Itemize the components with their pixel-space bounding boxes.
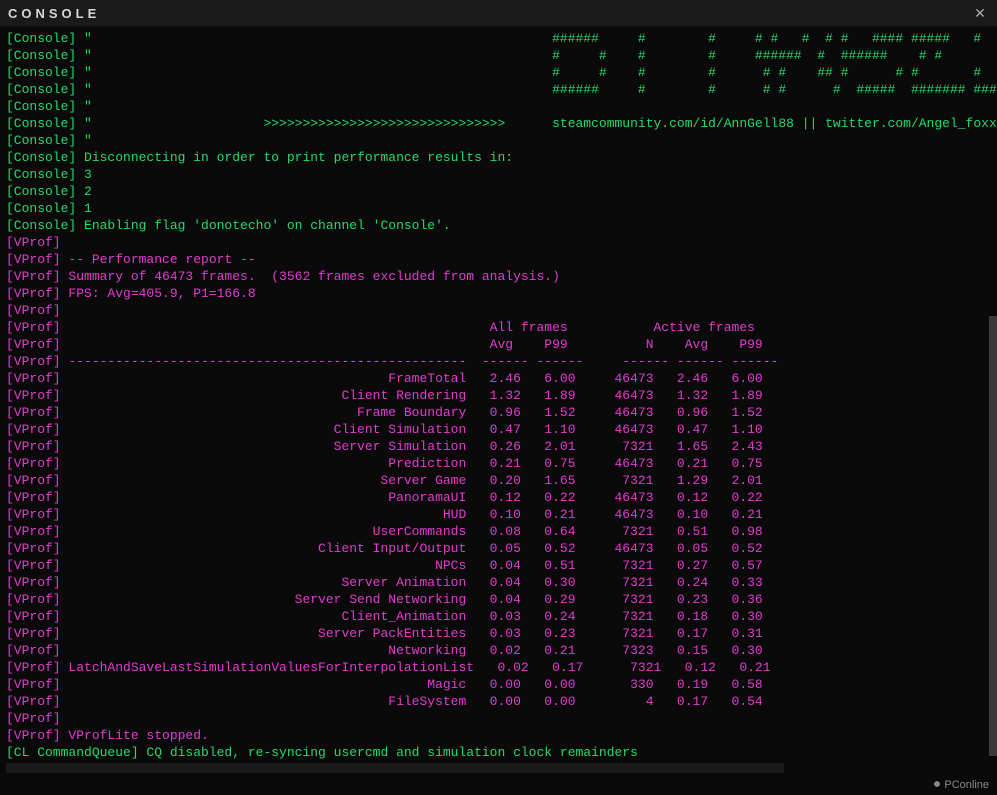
console-line: [VProf] FrameTotal 2.46 6.00 46473 2.46 …	[6, 370, 991, 387]
console-line: [VProf] Client_Animation 0.03 0.24 7321 …	[6, 608, 991, 625]
console-line: [Console] " ###### # # # # # # # #### ##…	[6, 30, 991, 47]
console-line: [VProf] Networking 0.02 0.21 7323 0.15 0…	[6, 642, 991, 659]
console-line: [Console] "	[6, 132, 991, 149]
console-window: CONSOLE ✕ [Console] " ###### # # # # # #…	[0, 0, 997, 795]
console-line: [VProf] All frames Active frames	[6, 319, 991, 336]
console-line: [VProf] Client Input/Output 0.05 0.52 46…	[6, 540, 991, 557]
console-line: [VProf] Summary of 46473 frames. (3562 f…	[6, 268, 991, 285]
console-line: [VProf] HUD 0.10 0.21 46473 0.10 0.21	[6, 506, 991, 523]
watermark: PConline	[932, 779, 989, 791]
console-line: [VProf] Magic 0.00 0.00 330 0.19 0.58	[6, 676, 991, 693]
console-output[interactable]: [Console] " ###### # # # # # # # #### ##…	[0, 26, 997, 762]
console-line: [Console] " >>>>>>>>>>>>>>>>>>>>>>>>>>>>…	[6, 115, 991, 132]
console-line: [VProf] Server Simulation 0.26 2.01 7321…	[6, 438, 991, 455]
console-line: [VProf] Server Animation 0.04 0.30 7321 …	[6, 574, 991, 591]
console-line: [Console] Enabling flag 'donotecho' on c…	[6, 217, 991, 234]
console-line: [VProf] Client Simulation 0.47 1.10 4647…	[6, 421, 991, 438]
console-line: [VProf] Server PackEntities 0.03 0.23 73…	[6, 625, 991, 642]
scrollbar[interactable]	[989, 26, 997, 758]
console-line: [Console] 2	[6, 183, 991, 200]
console-line: [VProf] LatchAndSaveLastSimulationValues…	[6, 659, 991, 676]
console-line: [Console] "	[6, 98, 991, 115]
console-line: [VProf] FPS: Avg=405.9, P1=166.8	[6, 285, 991, 302]
console-line: [VProf] --------------------------------…	[6, 353, 991, 370]
console-line: [VProf] Frame Boundary 0.96 1.52 46473 0…	[6, 404, 991, 421]
console-line: [VProf] Server Game 0.20 1.65 7321 1.29 …	[6, 472, 991, 489]
console-line: [Console] " # # # # # # ## # # # #	[6, 64, 991, 81]
console-line: [VProf] FileSystem 0.00 0.00 4 0.17 0.54	[6, 693, 991, 710]
console-line: [VProf] UserCommands 0.08 0.64 7321 0.51…	[6, 523, 991, 540]
console-line: [Console] " ###### # # # # # ##### #####…	[6, 81, 991, 98]
console-input[interactable]	[6, 763, 784, 773]
console-line: [CL CommandQueue] CQ disabled, re-syncin…	[6, 744, 991, 761]
console-line: [VProf] -- Performance report --	[6, 251, 991, 268]
console-line: [Console] 3	[6, 166, 991, 183]
console-line: [Console] Disconnecting in order to prin…	[6, 149, 991, 166]
console-line: [Console] 1	[6, 200, 991, 217]
console-line: [VProf] Avg P99 N Avg P99	[6, 336, 991, 353]
console-line: [VProf] PanoramaUI 0.12 0.22 46473 0.12 …	[6, 489, 991, 506]
console-line: [VProf] Server Send Networking 0.04 0.29…	[6, 591, 991, 608]
close-icon[interactable]: ✕	[971, 4, 989, 22]
console-line: [Console] " # # # # ###### # ###### # # …	[6, 47, 991, 64]
console-line: [VProf] Prediction 0.21 0.75 46473 0.21 …	[6, 455, 991, 472]
console-line: [VProf]	[6, 302, 991, 319]
console-line: [VProf]	[6, 710, 991, 727]
console-line: [VProf] Client Rendering 1.32 1.89 46473…	[6, 387, 991, 404]
window-title: CONSOLE	[8, 6, 100, 21]
console-line: [VProf] NPCs 0.04 0.51 7321 0.27 0.57	[6, 557, 991, 574]
titlebar: CONSOLE ✕	[0, 0, 997, 26]
console-line: [VProf] VProfLite stopped.	[6, 727, 991, 744]
console-line: [VProf]	[6, 234, 991, 251]
scrollbar-thumb[interactable]	[989, 316, 997, 756]
